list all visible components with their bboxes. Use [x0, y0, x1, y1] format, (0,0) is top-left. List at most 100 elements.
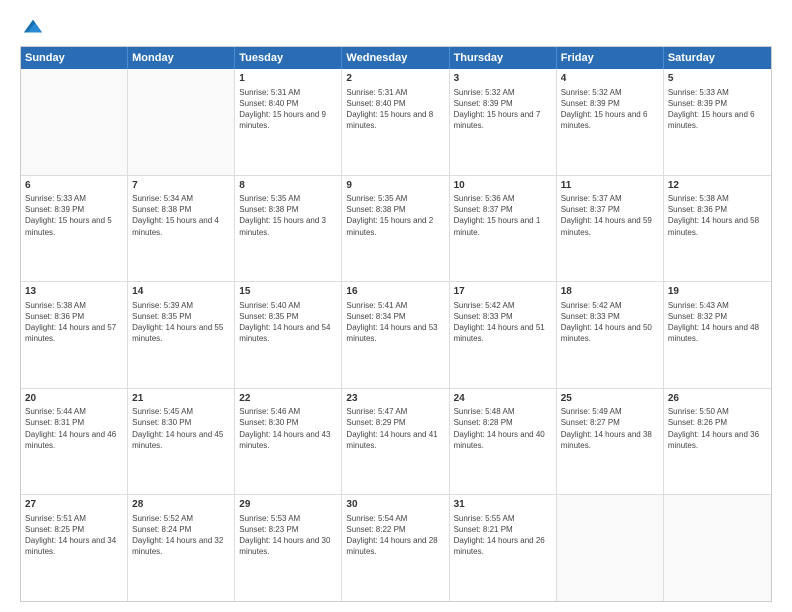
day-info: Sunrise: 5:43 AM Sunset: 8:32 PM Dayligh… — [668, 300, 767, 345]
day-number: 27 — [25, 498, 123, 512]
day-info: Sunrise: 5:49 AM Sunset: 8:27 PM Dayligh… — [561, 406, 659, 451]
day-number: 9 — [346, 179, 444, 193]
day-info: Sunrise: 5:31 AM Sunset: 8:40 PM Dayligh… — [346, 87, 444, 132]
day-number: 20 — [25, 392, 123, 406]
day-number: 14 — [132, 285, 230, 299]
day-info: Sunrise: 5:38 AM Sunset: 8:36 PM Dayligh… — [668, 193, 767, 238]
calendar-day-3: 3Sunrise: 5:32 AM Sunset: 8:39 PM Daylig… — [450, 69, 557, 175]
day-number: 17 — [454, 285, 552, 299]
day-number: 3 — [454, 72, 552, 86]
calendar-body: 1Sunrise: 5:31 AM Sunset: 8:40 PM Daylig… — [21, 69, 771, 601]
calendar-day-6: 6Sunrise: 5:33 AM Sunset: 8:39 PM Daylig… — [21, 176, 128, 282]
calendar-day-19: 19Sunrise: 5:43 AM Sunset: 8:32 PM Dayli… — [664, 282, 771, 388]
day-info: Sunrise: 5:47 AM Sunset: 8:29 PM Dayligh… — [346, 406, 444, 451]
day-number: 28 — [132, 498, 230, 512]
day-number: 16 — [346, 285, 444, 299]
day-info: Sunrise: 5:32 AM Sunset: 8:39 PM Dayligh… — [454, 87, 552, 132]
day-number: 2 — [346, 72, 444, 86]
day-info: Sunrise: 5:33 AM Sunset: 8:39 PM Dayligh… — [668, 87, 767, 132]
day-info: Sunrise: 5:46 AM Sunset: 8:30 PM Dayligh… — [239, 406, 337, 451]
day-number: 30 — [346, 498, 444, 512]
calendar-day-18: 18Sunrise: 5:42 AM Sunset: 8:33 PM Dayli… — [557, 282, 664, 388]
calendar-week-4: 20Sunrise: 5:44 AM Sunset: 8:31 PM Dayli… — [21, 389, 771, 496]
header-day-thursday: Thursday — [450, 47, 557, 69]
header-day-monday: Monday — [128, 47, 235, 69]
day-info: Sunrise: 5:50 AM Sunset: 8:26 PM Dayligh… — [668, 406, 767, 451]
logo-icon — [22, 16, 44, 38]
calendar-day-16: 16Sunrise: 5:41 AM Sunset: 8:34 PM Dayli… — [342, 282, 449, 388]
calendar-week-3: 13Sunrise: 5:38 AM Sunset: 8:36 PM Dayli… — [21, 282, 771, 389]
day-number: 6 — [25, 179, 123, 193]
day-info: Sunrise: 5:35 AM Sunset: 8:38 PM Dayligh… — [239, 193, 337, 238]
day-number: 13 — [25, 285, 123, 299]
calendar-day-25: 25Sunrise: 5:49 AM Sunset: 8:27 PM Dayli… — [557, 389, 664, 495]
calendar-week-2: 6Sunrise: 5:33 AM Sunset: 8:39 PM Daylig… — [21, 176, 771, 283]
calendar-day-21: 21Sunrise: 5:45 AM Sunset: 8:30 PM Dayli… — [128, 389, 235, 495]
calendar-day-30: 30Sunrise: 5:54 AM Sunset: 8:22 PM Dayli… — [342, 495, 449, 601]
day-info: Sunrise: 5:40 AM Sunset: 8:35 PM Dayligh… — [239, 300, 337, 345]
calendar-day-7: 7Sunrise: 5:34 AM Sunset: 8:38 PM Daylig… — [128, 176, 235, 282]
day-number: 10 — [454, 179, 552, 193]
header-day-tuesday: Tuesday — [235, 47, 342, 69]
calendar-day-8: 8Sunrise: 5:35 AM Sunset: 8:38 PM Daylig… — [235, 176, 342, 282]
day-info: Sunrise: 5:32 AM Sunset: 8:39 PM Dayligh… — [561, 87, 659, 132]
day-number: 21 — [132, 392, 230, 406]
day-number: 4 — [561, 72, 659, 86]
day-info: Sunrise: 5:45 AM Sunset: 8:30 PM Dayligh… — [132, 406, 230, 451]
calendar-empty-cell — [21, 69, 128, 175]
calendar-day-10: 10Sunrise: 5:36 AM Sunset: 8:37 PM Dayli… — [450, 176, 557, 282]
day-info: Sunrise: 5:48 AM Sunset: 8:28 PM Dayligh… — [454, 406, 552, 451]
day-number: 8 — [239, 179, 337, 193]
calendar-day-4: 4Sunrise: 5:32 AM Sunset: 8:39 PM Daylig… — [557, 69, 664, 175]
day-info: Sunrise: 5:55 AM Sunset: 8:21 PM Dayligh… — [454, 513, 552, 558]
logo — [20, 16, 44, 36]
day-number: 12 — [668, 179, 767, 193]
header — [20, 16, 772, 36]
calendar-day-9: 9Sunrise: 5:35 AM Sunset: 8:38 PM Daylig… — [342, 176, 449, 282]
calendar-empty-cell — [557, 495, 664, 601]
day-info: Sunrise: 5:31 AM Sunset: 8:40 PM Dayligh… — [239, 87, 337, 132]
day-number: 1 — [239, 72, 337, 86]
day-number: 22 — [239, 392, 337, 406]
calendar-day-2: 2Sunrise: 5:31 AM Sunset: 8:40 PM Daylig… — [342, 69, 449, 175]
header-day-saturday: Saturday — [664, 47, 771, 69]
day-info: Sunrise: 5:39 AM Sunset: 8:35 PM Dayligh… — [132, 300, 230, 345]
day-info: Sunrise: 5:37 AM Sunset: 8:37 PM Dayligh… — [561, 193, 659, 238]
day-info: Sunrise: 5:42 AM Sunset: 8:33 PM Dayligh… — [561, 300, 659, 345]
day-info: Sunrise: 5:38 AM Sunset: 8:36 PM Dayligh… — [25, 300, 123, 345]
calendar-day-24: 24Sunrise: 5:48 AM Sunset: 8:28 PM Dayli… — [450, 389, 557, 495]
calendar-day-31: 31Sunrise: 5:55 AM Sunset: 8:21 PM Dayli… — [450, 495, 557, 601]
day-number: 31 — [454, 498, 552, 512]
calendar: SundayMondayTuesdayWednesdayThursdayFrid… — [20, 46, 772, 602]
calendar-day-5: 5Sunrise: 5:33 AM Sunset: 8:39 PM Daylig… — [664, 69, 771, 175]
calendar-day-15: 15Sunrise: 5:40 AM Sunset: 8:35 PM Dayli… — [235, 282, 342, 388]
calendar-day-13: 13Sunrise: 5:38 AM Sunset: 8:36 PM Dayli… — [21, 282, 128, 388]
day-number: 25 — [561, 392, 659, 406]
day-info: Sunrise: 5:36 AM Sunset: 8:37 PM Dayligh… — [454, 193, 552, 238]
calendar-day-28: 28Sunrise: 5:52 AM Sunset: 8:24 PM Dayli… — [128, 495, 235, 601]
day-number: 19 — [668, 285, 767, 299]
day-info: Sunrise: 5:54 AM Sunset: 8:22 PM Dayligh… — [346, 513, 444, 558]
calendar-empty-cell — [664, 495, 771, 601]
page: SundayMondayTuesdayWednesdayThursdayFrid… — [0, 0, 792, 612]
calendar-day-11: 11Sunrise: 5:37 AM Sunset: 8:37 PM Dayli… — [557, 176, 664, 282]
calendar-week-1: 1Sunrise: 5:31 AM Sunset: 8:40 PM Daylig… — [21, 69, 771, 176]
day-number: 29 — [239, 498, 337, 512]
calendar-week-5: 27Sunrise: 5:51 AM Sunset: 8:25 PM Dayli… — [21, 495, 771, 601]
calendar-day-1: 1Sunrise: 5:31 AM Sunset: 8:40 PM Daylig… — [235, 69, 342, 175]
calendar-day-17: 17Sunrise: 5:42 AM Sunset: 8:33 PM Dayli… — [450, 282, 557, 388]
day-number: 7 — [132, 179, 230, 193]
day-info: Sunrise: 5:52 AM Sunset: 8:24 PM Dayligh… — [132, 513, 230, 558]
calendar-day-22: 22Sunrise: 5:46 AM Sunset: 8:30 PM Dayli… — [235, 389, 342, 495]
day-info: Sunrise: 5:42 AM Sunset: 8:33 PM Dayligh… — [454, 300, 552, 345]
calendar-day-12: 12Sunrise: 5:38 AM Sunset: 8:36 PM Dayli… — [664, 176, 771, 282]
day-info: Sunrise: 5:53 AM Sunset: 8:23 PM Dayligh… — [239, 513, 337, 558]
calendar-day-26: 26Sunrise: 5:50 AM Sunset: 8:26 PM Dayli… — [664, 389, 771, 495]
header-day-friday: Friday — [557, 47, 664, 69]
calendar-empty-cell — [128, 69, 235, 175]
calendar-day-23: 23Sunrise: 5:47 AM Sunset: 8:29 PM Dayli… — [342, 389, 449, 495]
day-info: Sunrise: 5:51 AM Sunset: 8:25 PM Dayligh… — [25, 513, 123, 558]
day-number: 15 — [239, 285, 337, 299]
calendar-day-14: 14Sunrise: 5:39 AM Sunset: 8:35 PM Dayli… — [128, 282, 235, 388]
calendar-header: SundayMondayTuesdayWednesdayThursdayFrid… — [21, 47, 771, 69]
